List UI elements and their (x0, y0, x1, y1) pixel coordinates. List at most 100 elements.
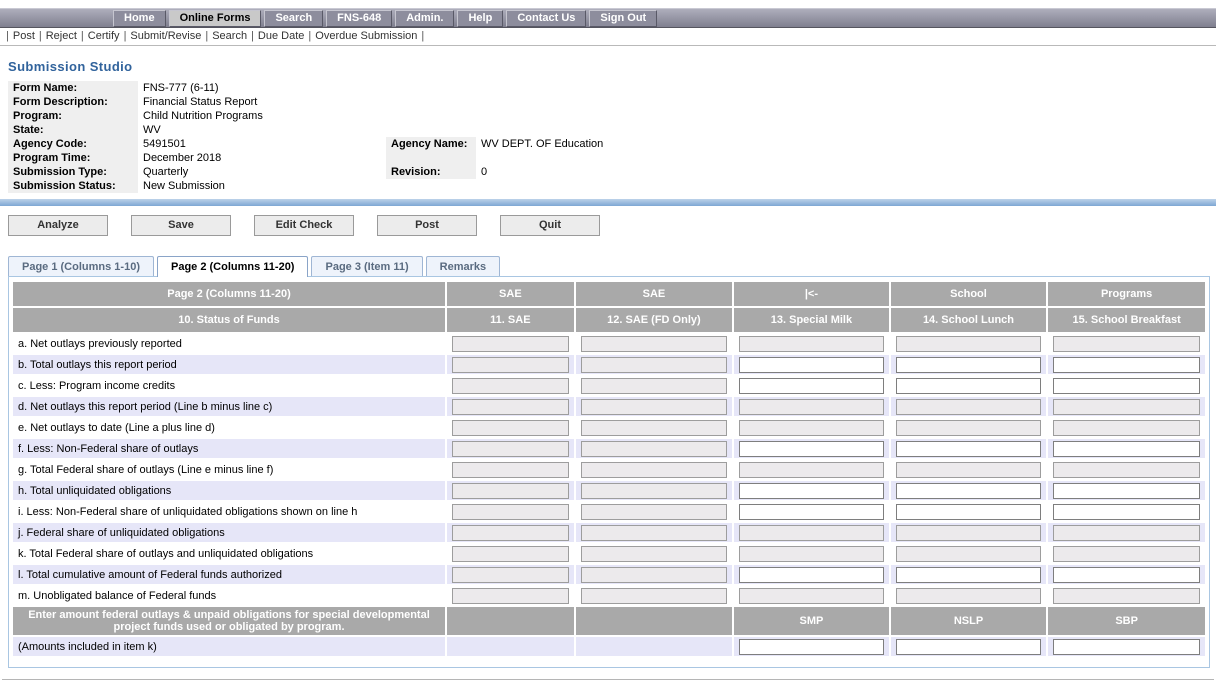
cell-d-13 (734, 397, 889, 416)
cell-f-13 (734, 439, 889, 458)
state-label: State: (8, 123, 138, 137)
agency-name-value: WV DEPT. OF Education (476, 137, 1208, 151)
input-i-14[interactable] (896, 504, 1042, 520)
input-a-14 (896, 336, 1042, 352)
amounts-row: (Amounts included in item k) (13, 637, 1205, 656)
form-info-row: Form Description:Financial Status Report (8, 95, 1208, 109)
input-k-14 (896, 546, 1042, 562)
input-k-15 (1053, 546, 1200, 562)
cell-a-14 (891, 334, 1047, 353)
input-a-13 (739, 336, 884, 352)
input-f-14[interactable] (896, 441, 1042, 457)
col-header-15-school-breakfast: 15. School Breakfast (1048, 308, 1205, 332)
input-b-13[interactable] (739, 357, 884, 373)
cell-f-11 (447, 439, 574, 458)
menu-post[interactable]: Post (13, 30, 35, 42)
tab-page-1-columns-1-10[interactable]: Page 1 (Columns 1-10) (8, 256, 154, 276)
input-l-13[interactable] (739, 567, 884, 583)
col-header-page-2-columns-11-20: Page 2 (Columns 11-20) (13, 282, 445, 306)
nav-home[interactable]: Home (113, 10, 166, 27)
input-b-12 (581, 357, 727, 373)
nav-admin[interactable]: Admin. (395, 10, 454, 27)
input-i-13[interactable] (739, 504, 884, 520)
input-g-11 (452, 462, 569, 478)
menu-due-date[interactable]: Due Date (258, 30, 304, 42)
input-i-11 (452, 504, 569, 520)
input-c-15[interactable] (1053, 378, 1200, 394)
menu-separator: | (308, 30, 311, 42)
revision-label: Revision: (386, 165, 476, 179)
input-e-15 (1053, 420, 1200, 436)
state-value: WV (138, 123, 1208, 137)
form-info-row: Program:Child Nutrition Programs (8, 109, 1208, 123)
input-i-15[interactable] (1053, 504, 1200, 520)
table-row-g: g. Total Federal share of outlays (Line … (13, 460, 1205, 479)
row-label-k: k. Total Federal share of outlays and un… (13, 544, 445, 563)
input-b-15[interactable] (1053, 357, 1200, 373)
input-c-13[interactable] (739, 378, 884, 394)
table-row-e: e. Net outlays to date (Line a plus line… (13, 418, 1205, 437)
cell-d-14 (891, 397, 1047, 416)
cell-g-14 (891, 460, 1047, 479)
quit-button[interactable]: Quit (500, 215, 600, 236)
nav-help[interactable]: Help (457, 10, 503, 27)
analyze-button[interactable]: Analyze (8, 215, 108, 236)
section-row-label: Enter amount federal outlays & unpaid ob… (13, 607, 445, 635)
input-c-14[interactable] (896, 378, 1042, 394)
cell-f-15 (1048, 439, 1205, 458)
form-info-row: State:WV (8, 123, 1208, 137)
post-button[interactable]: Post (377, 215, 477, 236)
input-b-14[interactable] (896, 357, 1042, 373)
input-amounts-sbp[interactable] (1053, 639, 1200, 655)
input-l-15[interactable] (1053, 567, 1200, 583)
input-l-14[interactable] (896, 567, 1042, 583)
cell-i-13 (734, 502, 889, 521)
cell-b-15 (1048, 355, 1205, 374)
col-header-sae: SAE (576, 282, 732, 306)
cell-b-13 (734, 355, 889, 374)
menu-certify[interactable]: Certify (88, 30, 120, 42)
menu-submit-revise[interactable]: Submit/Revise (130, 30, 201, 42)
cell-k-14 (891, 544, 1047, 563)
nav-sign-out[interactable]: Sign Out (589, 10, 657, 27)
form-info-row: Agency Code:5491501Agency Name:WV DEPT. … (8, 137, 1208, 151)
input-h-14[interactable] (896, 483, 1042, 499)
menu-separator: | (205, 30, 208, 42)
form-info-row: Submission Status:New Submission (8, 179, 1208, 193)
cell-d-12 (576, 397, 732, 416)
cell-j-15 (1048, 523, 1205, 542)
save-button[interactable]: Save (131, 215, 231, 236)
tab-page-2-columns-11-20[interactable]: Page 2 (Columns 11-20) (157, 256, 309, 277)
submission-type-value: Quarterly (138, 165, 386, 179)
input-f-11 (452, 441, 569, 457)
cell-j-13 (734, 523, 889, 542)
input-f-15[interactable] (1053, 441, 1200, 457)
tab-page-3-item-11[interactable]: Page 3 (Item 11) (311, 256, 422, 276)
tab-remarks[interactable]: Remarks (426, 256, 500, 276)
cell-a-13 (734, 334, 889, 353)
nav-fns-648[interactable]: FNS-648 (326, 10, 392, 27)
input-amounts-smp[interactable] (739, 639, 884, 655)
cell-c-12 (576, 376, 732, 395)
input-h-13[interactable] (739, 483, 884, 499)
input-j-11 (452, 525, 569, 541)
nav-buttons: HomeOnline FormsSearchFNS-648Admin.HelpC… (113, 10, 660, 27)
amounts-cell-empty-11 (447, 637, 574, 656)
nav-search[interactable]: Search (264, 10, 323, 27)
input-h-15[interactable] (1053, 483, 1200, 499)
nav-contact-us[interactable]: Contact Us (506, 10, 586, 27)
row-label-j: j. Federal share of unliquidated obligat… (13, 523, 445, 542)
menu-reject[interactable]: Reject (46, 30, 77, 42)
input-amounts-nslp[interactable] (896, 639, 1042, 655)
menu-search[interactable]: Search (212, 30, 247, 42)
edit-check-button[interactable]: Edit Check (254, 215, 354, 236)
cell-j-11 (447, 523, 574, 542)
menu-overdue-submission[interactable]: Overdue Submission (315, 30, 417, 42)
nav-online-forms[interactable]: Online Forms (169, 10, 262, 27)
section-cell-empty (447, 607, 574, 635)
input-f-13[interactable] (739, 441, 884, 457)
toolbar: Analyze Save Edit Check Post Quit (8, 215, 1216, 236)
cell-h-14 (891, 481, 1047, 500)
cell-l-11 (447, 565, 574, 584)
menu-separator: | (39, 30, 42, 42)
